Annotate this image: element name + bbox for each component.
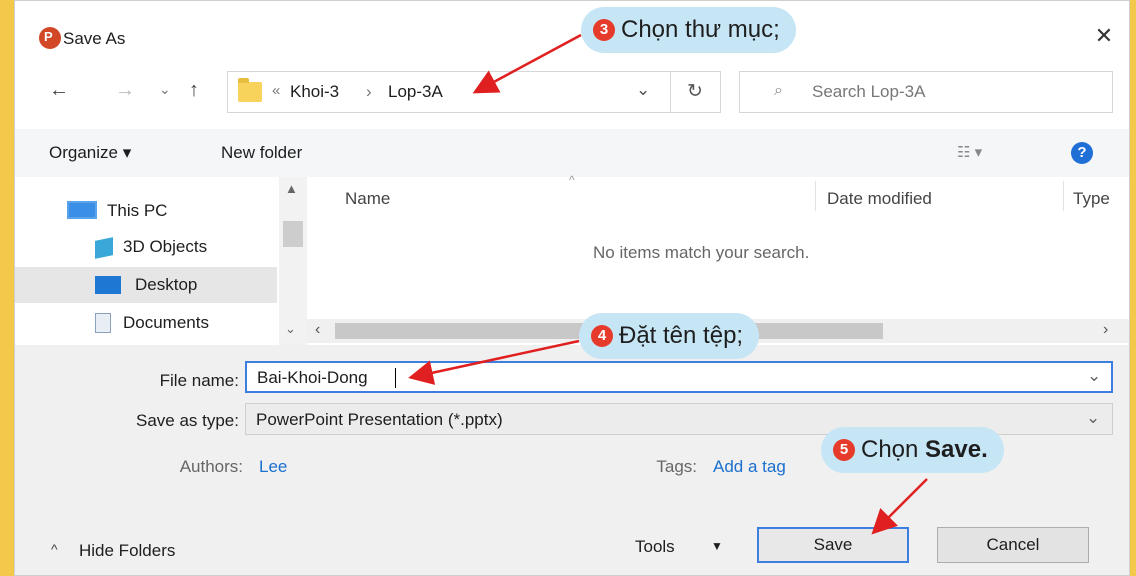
save-as-type-label: Save as type: <box>135 411 239 430</box>
step-badge-4: 4 <box>591 325 613 347</box>
callout-text-5-bold: Save. <box>925 436 988 463</box>
column-divider <box>1063 181 1064 211</box>
chevron-up-icon[interactable]: ^ <box>51 541 58 557</box>
search-icon: ⌕ <box>774 82 783 99</box>
nav-item-this-pc[interactable]: This PC <box>67 193 277 229</box>
close-icon[interactable]: ✕ <box>1089 23 1119 49</box>
organize-menu[interactable]: Organize ▾ <box>49 143 131 163</box>
save-as-type-value: PowerPoint Presentation (*.pptx) <box>256 410 503 429</box>
recent-dropdown-icon[interactable]: ⌄ <box>159 81 171 98</box>
nav-item-documents[interactable]: Documents <box>67 305 277 341</box>
document-icon <box>95 313 111 333</box>
breadcrumb-lop-3a[interactable]: Lop-3A <box>388 82 443 102</box>
scroll-down-icon[interactable]: ⌄ <box>285 321 296 337</box>
step-badge-3: 3 <box>593 19 615 41</box>
new-folder-button[interactable]: New folder <box>221 143 302 163</box>
breadcrumb-khoi-3[interactable]: Khoi-3 <box>290 82 339 102</box>
address-bar[interactable]: « Khoi-3 › Lop-3A ⌄ <box>227 71 721 113</box>
nav-label-desktop: Desktop <box>135 275 198 294</box>
add-tag-link[interactable]: Add a tag <box>713 457 786 477</box>
callout-text-3: Chọn thư mục; <box>621 16 780 43</box>
cancel-button[interactable]: Cancel <box>937 527 1089 563</box>
tags-label: Tags: <box>656 457 697 476</box>
tools-dropdown-icon[interactable]: ▼ <box>711 539 723 553</box>
forward-arrow-icon[interactable]: → <box>115 79 135 102</box>
tools-menu[interactable]: Tools <box>635 537 675 557</box>
file-name-dropdown-icon[interactable]: ⌄ <box>1087 366 1101 386</box>
column-header-type[interactable]: Type <box>1073 189 1110 209</box>
authors-label: Authors: <box>179 457 243 476</box>
column-divider <box>815 181 816 211</box>
refresh-icon: ↻ <box>687 81 703 102</box>
address-dropdown-icon[interactable]: ⌄ <box>636 80 650 100</box>
help-icon[interactable]: ? <box>1071 142 1093 164</box>
callout-set-file-name: 4 Đặt tên tệp; <box>579 313 760 359</box>
up-arrow-icon[interactable]: ↑ <box>189 79 199 102</box>
view-options-icon[interactable]: ☷ ▾ <box>957 143 982 161</box>
cube-icon <box>95 237 113 259</box>
callout-text-5: Chọn <box>861 436 926 463</box>
search-placeholder: Search Lop-3A <box>812 82 926 101</box>
save-button[interactable]: Save <box>757 527 909 563</box>
nav-pane-scrollbar[interactable] <box>279 177 307 345</box>
nav-item-3d-objects[interactable]: 3D Objects <box>67 229 277 265</box>
file-name-value: Bai-Khoi-Dong <box>257 368 368 387</box>
scroll-up-icon[interactable]: ▲ <box>285 181 298 196</box>
breadcrumb-separator: › <box>366 82 372 101</box>
desktop-icon <box>95 276 121 294</box>
file-name-label: File name: <box>159 371 239 390</box>
step-badge-5: 5 <box>833 439 855 461</box>
save-as-dialog: P Save As ✕ ← → ⌄ ↑ « Khoi-3 › Lop-3A ⌄ … <box>14 0 1130 576</box>
column-header-date-modified[interactable]: Date modified <box>827 189 932 209</box>
refresh-button[interactable]: ↻ <box>670 71 722 113</box>
nav-item-desktop[interactable]: Desktop <box>15 267 277 303</box>
callout-text-4: Đặt tên tệp; <box>619 322 744 349</box>
address-overflow-icon[interactable]: « <box>272 82 280 99</box>
folder-icon <box>238 78 262 102</box>
file-name-field[interactable]: Bai-Khoi-Dong ⌄ <box>245 361 1113 393</box>
search-input[interactable]: ⌕ Search Lop-3A <box>739 71 1113 113</box>
dialog-title: Save As <box>63 29 126 48</box>
monitor-icon <box>67 201 97 219</box>
sort-indicator-icon: ^ <box>569 173 575 187</box>
powerpoint-icon: P <box>39 27 61 49</box>
scroll-left-icon[interactable]: ‹ <box>315 321 320 339</box>
authors-value[interactable]: Lee <box>259 457 287 477</box>
callout-choose-folder: 3 Chọn thư mục; <box>581 7 796 53</box>
nav-label-3d-objects: 3D Objects <box>123 237 208 256</box>
nav-pane-scroll-thumb[interactable] <box>283 221 303 247</box>
command-bar: Organize ▾ New folder ☷ ▾ <box>15 129 1129 177</box>
column-header-name[interactable]: Name <box>345 189 390 209</box>
text-cursor <box>395 368 396 388</box>
callout-choose-save: 5 Chọn Save. <box>821 427 1004 473</box>
back-arrow-icon[interactable]: ← <box>49 79 69 102</box>
scroll-right-icon[interactable]: › <box>1103 321 1108 339</box>
empty-state-message: No items match your search. <box>593 243 810 262</box>
hide-folders-button[interactable]: Hide Folders <box>79 541 175 561</box>
nav-label-this-pc: This PC <box>107 201 168 220</box>
nav-label-documents: Documents <box>123 313 209 332</box>
save-as-type-dropdown-icon[interactable]: ⌄ <box>1086 408 1100 428</box>
